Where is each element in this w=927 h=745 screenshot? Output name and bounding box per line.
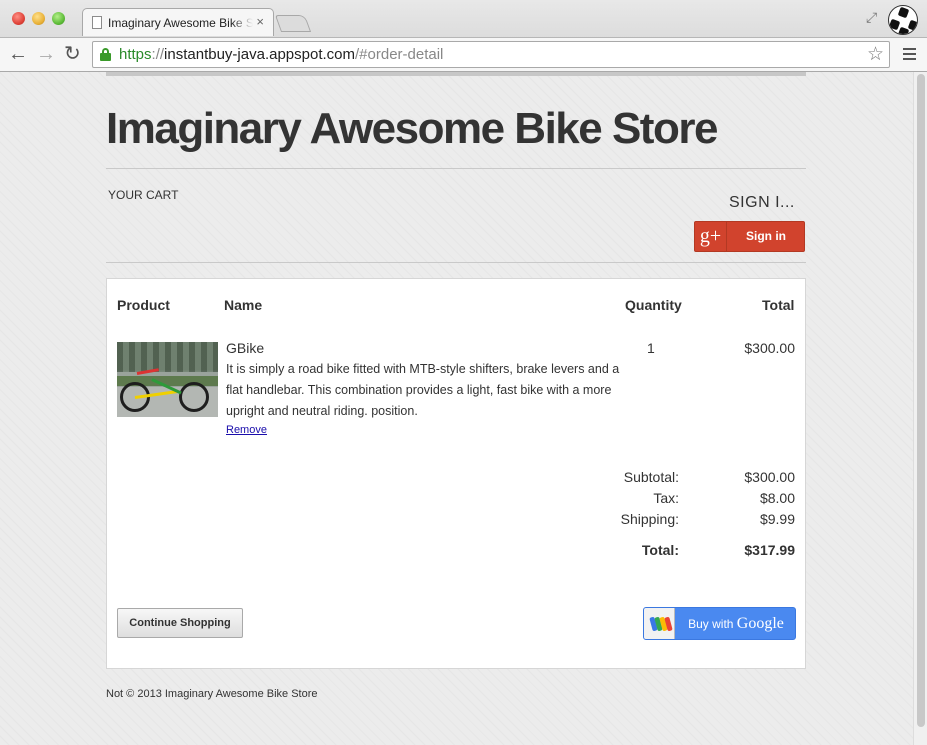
shipping-value: $9.99 — [759, 511, 795, 527]
forward-arrow-icon[interactable]: → — [36, 42, 56, 66]
tab-title: Imaginary Awesome Bike Store — [108, 16, 253, 30]
tax-value: $8.00 — [759, 490, 795, 506]
sign-in-button-label: Sign in — [746, 229, 786, 243]
shipping-label: Shipping: — [620, 511, 679, 527]
close-window-button[interactable] — [12, 12, 25, 25]
continue-shopping-button[interactable]: Continue Shopping — [117, 608, 243, 638]
top-divider — [106, 72, 806, 76]
google-plus-icon: g+ — [695, 222, 727, 251]
bookmark-star-icon[interactable]: ☆ — [867, 43, 884, 66]
lock-icon — [100, 48, 111, 61]
total-label: Total: — [641, 542, 679, 558]
minimize-window-button[interactable] — [32, 12, 45, 25]
vertical-scrollbar[interactable] — [913, 72, 927, 745]
zoom-window-button[interactable] — [52, 12, 65, 25]
footer-text: Not © 2013 Imaginary Awesome Bike Store — [106, 688, 318, 700]
product-quantity: 1 — [647, 340, 655, 356]
browser-tab[interactable]: Imaginary Awesome Bike Store × — [82, 8, 274, 36]
page-title: Imaginary Awesome Bike Store — [106, 104, 718, 153]
product-name: GBike — [226, 340, 265, 356]
back-arrow-icon[interactable]: ← — [8, 42, 28, 66]
google-plus-sign-in-button[interactable]: g+ Sign in — [694, 221, 805, 252]
buy-with-google-label: Buy with Google — [688, 615, 784, 632]
fullscreen-icon[interactable]: ⤢ — [866, 9, 877, 26]
document-icon — [92, 16, 102, 29]
scrollbar-thumb[interactable] — [917, 74, 925, 727]
product-image — [117, 342, 218, 417]
sign-in-heading: SIGN I... — [729, 194, 795, 211]
url-text[interactable]: https://instantbuy-java.appspot.com/#ord… — [119, 46, 443, 63]
tab-close-icon[interactable]: × — [256, 14, 264, 29]
browser-toolbar: ← → ↻ https://instantbuy-java.appspot.co… — [0, 37, 927, 71]
column-header-name: Name — [224, 297, 263, 313]
remove-item-link[interactable]: Remove — [226, 424, 267, 436]
total-value: $317.99 — [744, 542, 795, 558]
menu-icon[interactable] — [903, 48, 916, 60]
buy-with-google-button[interactable]: Buy with Google — [643, 607, 796, 640]
subtotal-label: Subtotal: — [623, 469, 679, 485]
browser-chrome: Imaginary Awesome Bike Store × ⤢ ← → ↻ h… — [0, 0, 927, 72]
page-content: Imaginary Awesome Bike Store YOUR CART S… — [0, 72, 913, 745]
tax-label: Tax: — [653, 490, 679, 506]
column-header-total: Total — [762, 297, 795, 313]
profile-avatar[interactable] — [888, 5, 918, 35]
column-header-product: Product — [117, 297, 170, 313]
reload-icon[interactable]: ↻ — [64, 42, 81, 66]
cart-panel: Product Name Quantity Total GBike It is … — [106, 278, 806, 669]
google-wallet-icon — [644, 608, 675, 639]
divider — [106, 262, 806, 263]
divider — [106, 168, 806, 169]
product-line-total: $300.00 — [744, 340, 795, 356]
column-header-quantity: Quantity — [625, 297, 682, 313]
product-description: It is simply a road bike fitted with MTB… — [226, 362, 620, 418]
new-tab-button[interactable] — [274, 15, 312, 32]
subtotal-value: $300.00 — [744, 469, 795, 485]
section-heading: YOUR CART — [108, 188, 179, 202]
address-bar[interactable]: https://instantbuy-java.appspot.com/#ord… — [92, 41, 890, 68]
